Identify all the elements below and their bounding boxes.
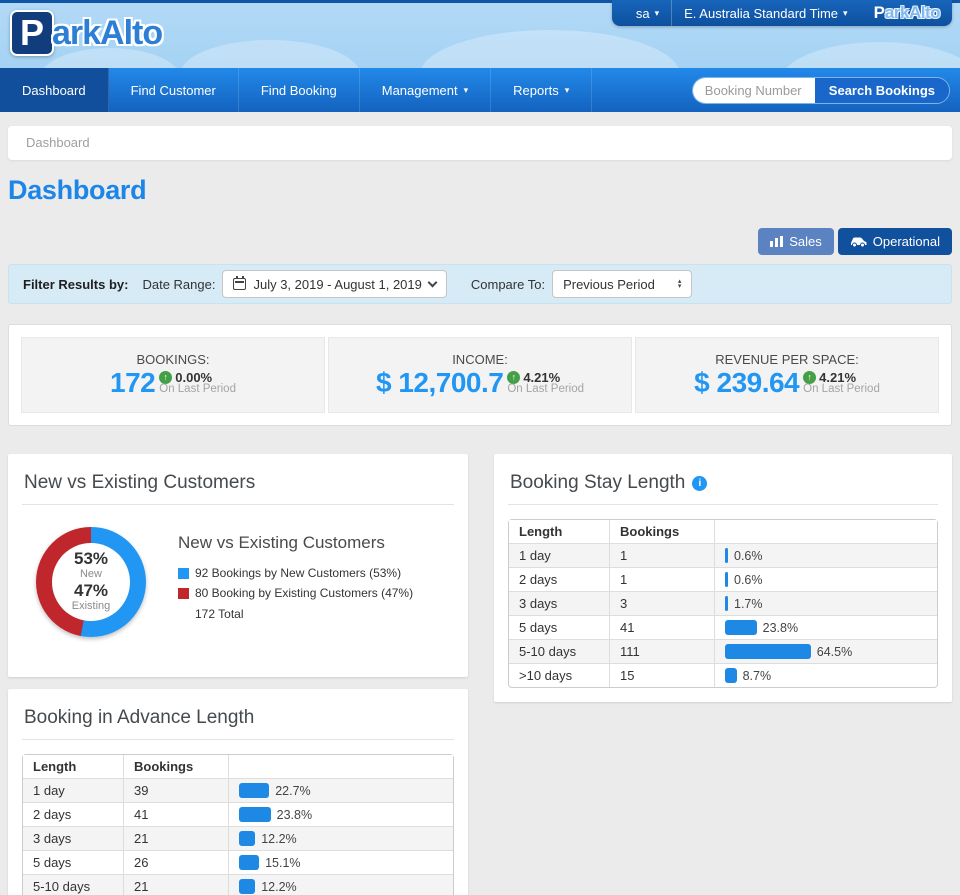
logo-p-icon: P	[10, 10, 54, 56]
filter-bar: Filter Results by: Date Range: July 3, 2…	[8, 264, 952, 304]
table-row: 5 days26 15.1%	[23, 851, 453, 875]
select-arrows-icon: ▴ ▾	[678, 279, 682, 289]
date-range-label: Date Range:	[142, 277, 215, 292]
table-row: 2 days41 23.8%	[23, 803, 453, 827]
bar	[725, 620, 757, 635]
income-value: $ 12,700.7	[376, 368, 503, 398]
advance-length-table: Length Bookings 1 day39 22.7% 2 days41 2…	[22, 754, 454, 895]
caret-down-icon: ▾	[655, 9, 660, 18]
bar	[239, 807, 271, 822]
bar	[239, 855, 259, 870]
bar	[725, 548, 728, 563]
top-header: P arkAlto sa ▾ E. Australia Standard Tim…	[0, 0, 960, 68]
table-row: 5-10 days21 12.2%	[23, 875, 453, 895]
page-title: Dashboard	[8, 175, 952, 206]
caret-down-icon: ▾	[565, 86, 570, 95]
filter-label: Filter Results by:	[23, 277, 128, 292]
info-icon[interactable]: i	[692, 476, 707, 491]
table-row: 1 day39 22.7%	[23, 779, 453, 803]
stay-length-table: Length Bookings 1 day1 0.6% 2 days1 0.6%…	[508, 519, 938, 688]
stat-bookings: BOOKINGS: 172 ↑ 0.00% On Last Period	[21, 337, 325, 413]
breadcrumb: Dashboard	[8, 126, 952, 160]
revenue-value: $ 239.64	[694, 368, 799, 398]
bar	[725, 572, 728, 587]
customers-panel-title: New vs Existing Customers	[22, 468, 454, 504]
donut-legend: New vs Existing Customers 92 Bookings by…	[178, 527, 413, 637]
booking-search: Search Bookings	[692, 77, 950, 104]
parkalto-mini-logo: P arkAlto	[874, 3, 940, 23]
red-swatch-icon	[178, 588, 189, 599]
cloud-decoration	[780, 42, 960, 68]
table-row: 2 days1 0.6%	[509, 568, 937, 592]
nav-management[interactable]: Management ▾	[360, 68, 491, 112]
bar	[725, 668, 737, 683]
booking-number-input[interactable]	[693, 78, 815, 103]
car-icon	[850, 236, 867, 248]
view-toggle: Sales Operational	[8, 228, 952, 255]
calendar-icon	[233, 278, 246, 290]
table-row: >10 days15 8.7%	[509, 664, 937, 687]
nav-find-customer[interactable]: Find Customer	[109, 68, 239, 112]
bar	[239, 879, 255, 894]
stat-income: INCOME: $ 12,700.7 ↑ 4.21% On Last Perio…	[328, 337, 632, 413]
timezone-label: E. Australia Standard Time	[684, 6, 838, 21]
customers-panel: New vs Existing Customers 53% New 47% Ex…	[8, 454, 468, 677]
stat-revenue-per-space: REVENUE PER SPACE: $ 239.64 ↑ 4.21% On L…	[635, 337, 939, 413]
table-row: 5 days41 23.8%	[509, 616, 937, 640]
caret-down-icon: ▾	[464, 86, 469, 95]
parkalto-logo[interactable]: P arkAlto	[10, 10, 162, 56]
legend-total: 172 Total	[178, 604, 413, 624]
blue-swatch-icon	[178, 568, 189, 579]
cloud-decoration	[420, 30, 680, 68]
customers-donut-chart: 53% New 47% Existing	[36, 527, 146, 637]
table-row: 3 days3 1.7%	[509, 592, 937, 616]
bar	[239, 783, 269, 798]
main-nav: Dashboard Find Customer Find Booking Man…	[0, 68, 960, 112]
compare-select[interactable]: Previous Period ▴ ▾	[552, 270, 692, 298]
timezone-menu[interactable]: E. Australia Standard Time ▾	[672, 0, 859, 26]
logo-text: arkAlto	[52, 14, 162, 53]
table-row: 5-10 days111 64.5%	[509, 640, 937, 664]
nav-reports[interactable]: Reports ▾	[491, 68, 592, 112]
user-bar: sa ▾ E. Australia Standard Time ▾ P arkA…	[612, 0, 952, 26]
compare-to-label: Compare To:	[471, 277, 545, 292]
caret-down-icon: ▾	[843, 9, 848, 18]
legend-existing-customers: 80 Booking by Existing Customers (47%)	[178, 583, 413, 603]
bar	[725, 596, 728, 611]
user-menu[interactable]: sa ▾	[624, 0, 671, 26]
sales-button[interactable]: Sales	[758, 228, 834, 255]
cloud-decoration	[180, 40, 360, 68]
user-menu-label: sa	[636, 6, 650, 21]
table-row: 1 day1 0.6%	[509, 544, 937, 568]
bar	[725, 644, 811, 659]
advance-panel-title: Booking in Advance Length	[22, 703, 454, 739]
chevron-down-icon	[427, 277, 437, 287]
advance-length-panel: Booking in Advance Length Length Booking…	[8, 689, 468, 895]
nav-find-booking[interactable]: Find Booking	[239, 68, 360, 112]
operational-button[interactable]: Operational	[838, 228, 952, 255]
stay-panel-title: Booking Stay Length i	[508, 468, 938, 504]
date-range-picker[interactable]: July 3, 2019 - August 1, 2019	[222, 270, 446, 298]
bookings-value: 172	[110, 368, 155, 398]
kpi-panel: BOOKINGS: 172 ↑ 0.00% On Last Period INC…	[8, 324, 952, 426]
legend-new-customers: 92 Bookings by New Customers (53%)	[178, 563, 413, 583]
search-bookings-button[interactable]: Search Bookings	[815, 78, 949, 103]
stay-length-panel: Booking Stay Length i Length Bookings 1 …	[494, 454, 952, 702]
bar	[239, 831, 255, 846]
nav-dashboard[interactable]: Dashboard	[0, 68, 109, 112]
bar-chart-icon	[770, 236, 783, 247]
table-row: 3 days21 12.2%	[23, 827, 453, 851]
